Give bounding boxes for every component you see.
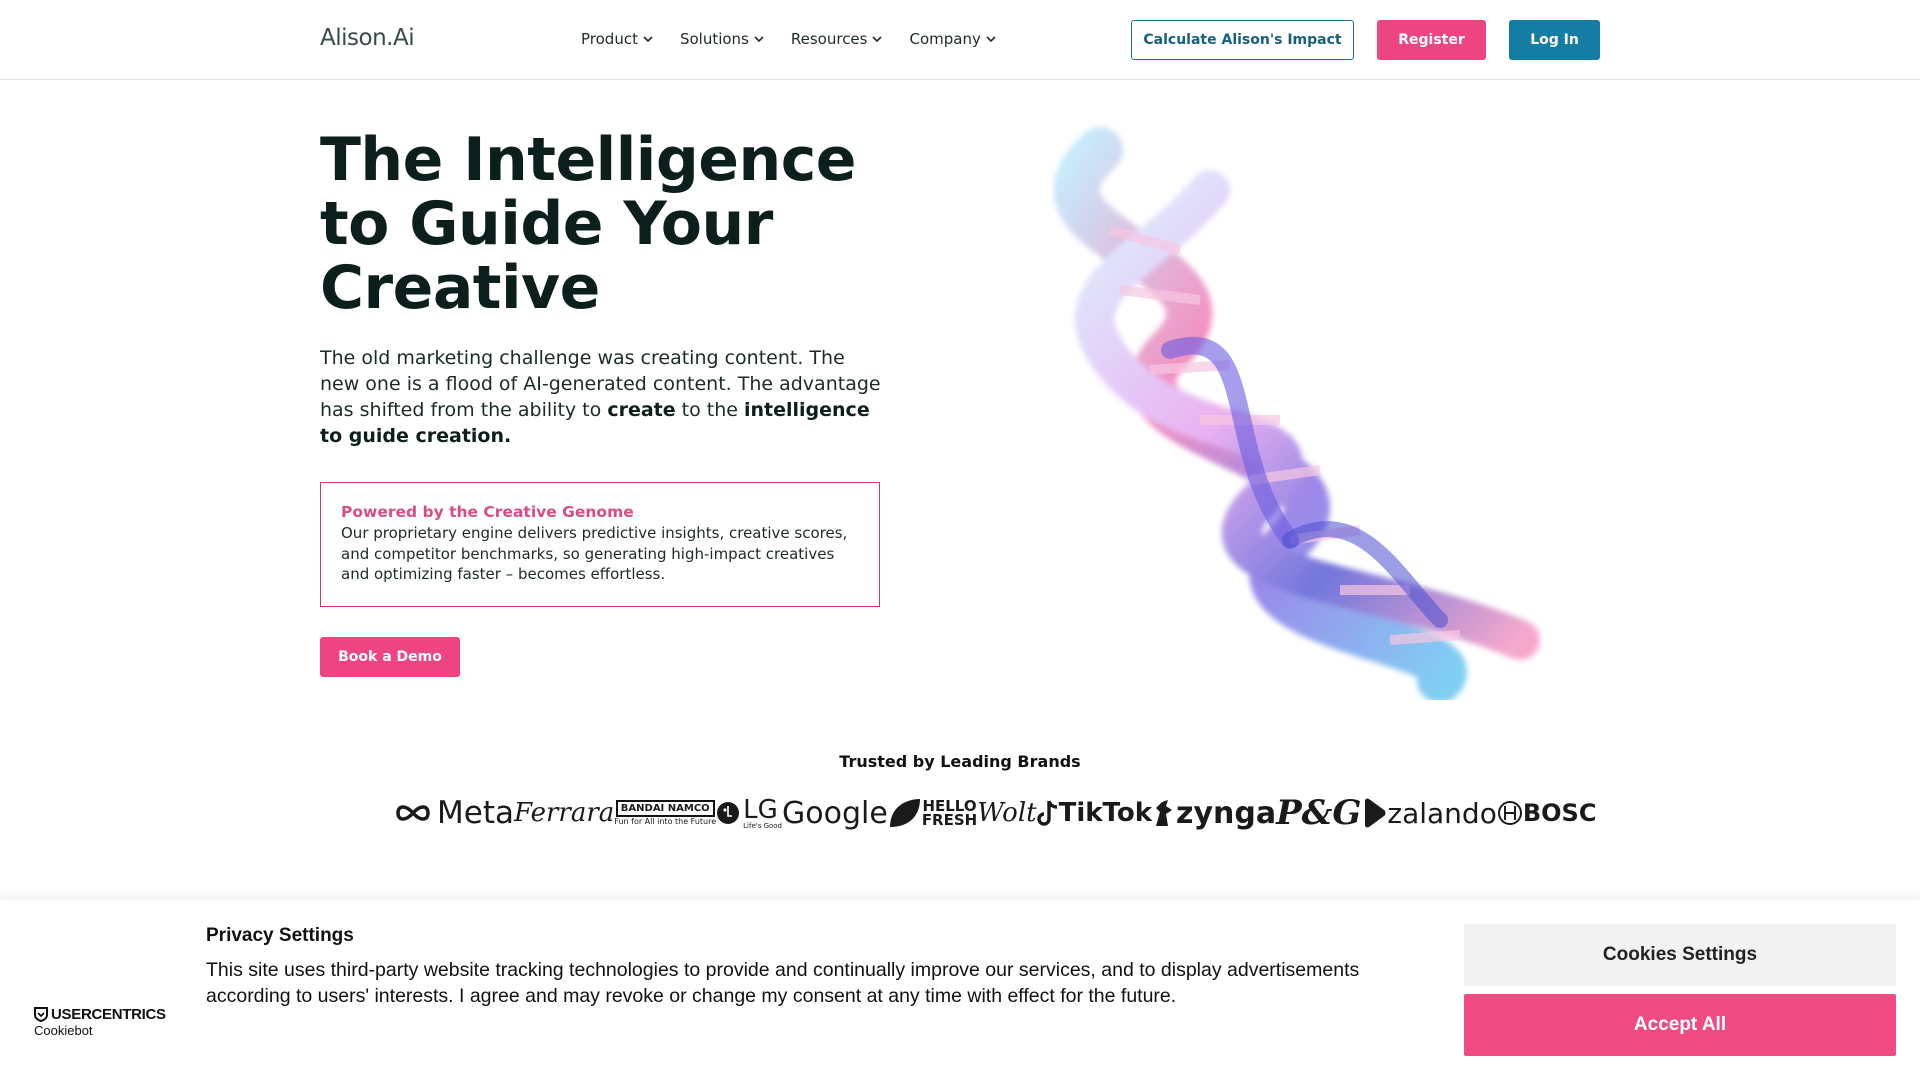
meta-logo: Meta — [394, 795, 514, 831]
tiktok-wordmark: TikTok — [1058, 798, 1152, 828]
genome-text: Our proprietary engine delivers predicti… — [341, 524, 848, 583]
tiktok-logo: TikTok — [1036, 798, 1152, 828]
zynga-dog-icon — [1155, 800, 1172, 826]
trusted-brands-heading: Trusted by Leading Brands — [839, 752, 1081, 771]
main-nav: Product Solutions Resources Company — [581, 30, 997, 48]
bandai-tagline: Fun for All into the Future — [614, 817, 717, 826]
nav-label: Product — [581, 30, 638, 48]
book-demo-button[interactable]: Book a Demo — [320, 637, 460, 677]
nav-item-product[interactable]: Product — [581, 30, 654, 48]
nav-label: Company — [909, 30, 981, 48]
creative-genome-box: Powered by the Creative Genome Our propr… — [320, 482, 880, 607]
cookies-settings-button[interactable]: Cookies Settings — [1464, 924, 1896, 986]
calculate-impact-button[interactable]: Calculate Alison's Impact — [1131, 20, 1354, 60]
zynga-logo: zynga — [1152, 796, 1276, 831]
meta-wordmark: Meta — [437, 795, 514, 831]
cookiebot-label: Cookiebot — [34, 1023, 93, 1038]
bosch-armature-icon — [1497, 801, 1522, 825]
nav-item-solutions[interactable]: Solutions — [680, 30, 765, 48]
hero-description: The old marketing challenge was creating… — [320, 345, 890, 449]
hero-desc-bold-create: create — [607, 399, 676, 421]
wolt-logo: Wolt — [977, 798, 1037, 828]
bandai-wordmark: BANDAI NAMCO — [615, 800, 715, 817]
nav-label: Solutions — [679, 30, 749, 48]
usercentrics-logo: USERCENTRICS Cookiebot — [34, 1006, 166, 1038]
ferrara-logo: Ferrara — [513, 798, 615, 828]
bosch-emblem — [1497, 800, 1523, 826]
bosch-logo: BOSC — [1522, 799, 1597, 827]
accept-all-button[interactable]: Accept All — [1464, 994, 1896, 1056]
register-button[interactable]: Register — [1377, 20, 1486, 60]
nav-label: Resources — [790, 30, 868, 48]
zalando-play-icon — [1365, 798, 1386, 828]
usercentrics-brand: USERCENTRICS — [34, 1006, 166, 1023]
zynga-wordmark: zynga — [1175, 795, 1277, 831]
pg-logo: P&G — [1276, 793, 1362, 833]
tiktok-note-icon — [1036, 800, 1057, 826]
lg-wordmark: LG — [743, 794, 778, 825]
usercentrics-wordmark: USERCENTRICS — [51, 1006, 166, 1023]
zalando-logo: zalando — [1387, 796, 1497, 830]
dna-helix-illustration — [1053, 127, 1540, 700]
lg-face-icon — [717, 802, 740, 824]
fresh-wordmark: FRESH — [921, 811, 978, 829]
meta-infinity-icon — [396, 805, 430, 821]
leaf-logo — [888, 797, 922, 829]
zalando-icon-logo — [1361, 798, 1387, 828]
chevron-down-icon — [643, 36, 653, 43]
chevron-down-icon — [754, 36, 764, 43]
hero-title: The Intelligence to Guide Your Creative — [320, 125, 856, 323]
chevron-down-icon — [872, 36, 883, 43]
leaf-icon — [889, 799, 920, 827]
site-logo[interactable]: Alison.Ai — [320, 25, 415, 51]
site-header: Alison.Ai Product Solutions Resources Co… — [0, 0, 1920, 80]
bandai-namco-logo: BANDAI NAMCO Fun for All into the Future — [614, 800, 716, 826]
privacy-settings-text: This site uses third-party website track… — [206, 959, 1360, 1007]
genome-title: Powered by the Creative Genome — [341, 503, 634, 521]
shield-icon — [34, 1007, 48, 1022]
google-logo: Google — [782, 795, 888, 831]
login-button[interactable]: Log In — [1509, 20, 1600, 60]
chevron-down-icon — [986, 36, 996, 43]
hellofresh-logo: HELLO FRESH — [921, 799, 978, 829]
nav-item-company[interactable]: Company — [909, 30, 996, 48]
nav-item-resources[interactable]: Resources — [791, 30, 884, 48]
brand-logos-row: Meta Ferrara BANDAI NAMCO Fun for All in… — [394, 790, 1596, 836]
privacy-settings-title: Privacy Settings — [206, 925, 354, 946]
lg-tagline: Life's Good — [743, 821, 783, 830]
hero-desc-text-2: to the — [675, 399, 744, 421]
lg-logo: LG Life's Good — [716, 797, 782, 830]
